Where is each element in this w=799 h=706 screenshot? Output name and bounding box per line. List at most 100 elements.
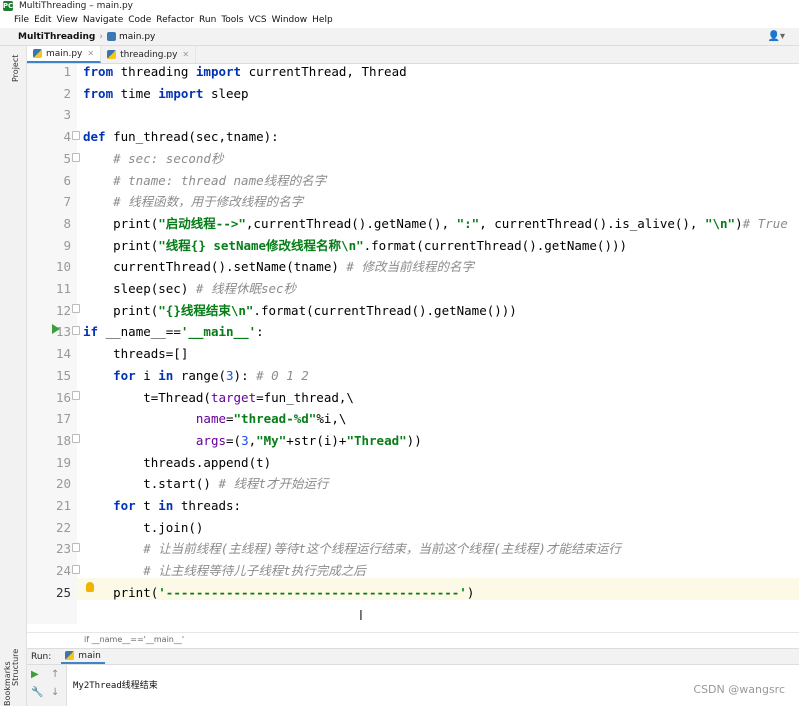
code-line[interactable]: currentThread().setName(tname) # 修改当前线程的… xyxy=(83,259,474,280)
code-token: # tname: thread name线程的名字 xyxy=(113,172,327,188)
code-token: '__main__' xyxy=(180,324,257,340)
line-number-gutter[interactable]: 1 2 3 4 5 6 7 8 9 10 11 12 13 14 15 16 17 18 19 20 21 22 23 24 2… xyxy=(27,64,77,624)
code-token: threads=[] xyxy=(83,346,189,362)
code-token: for xyxy=(113,367,136,383)
tab-label: main.py xyxy=(46,48,83,59)
line-number: 21 xyxy=(55,498,71,513)
menu-refactor[interactable]: Refactor xyxy=(156,15,194,25)
code-line[interactable]: print("启动线程-->",currentThread().getName(… xyxy=(83,216,788,237)
code-token: '---------------------------------------… xyxy=(158,584,467,600)
code-breadcrumb[interactable]: if __name__=='__main__' xyxy=(27,632,799,646)
code-line[interactable]: args=(3,"My"+str(i)+"Thread")) xyxy=(83,433,422,454)
code-token: # 0 1 2 xyxy=(256,367,309,383)
code-token: sleep(sec) xyxy=(83,281,196,296)
code-line[interactable]: from time import sleep xyxy=(83,86,249,107)
code-line[interactable]: name="thread-%d"%i,\ xyxy=(83,411,347,432)
tab-main-py[interactable]: main.py ✕ xyxy=(27,46,102,63)
code-token: threads: xyxy=(173,498,242,513)
line-number: 1 xyxy=(63,64,71,79)
code-line[interactable]: # 让当前线程(主线程)等待t这个线程运行结束，当前这个线程(主线程)才能结束运… xyxy=(83,541,621,562)
menu-tools[interactable]: Tools xyxy=(221,15,243,25)
menu-view[interactable]: View xyxy=(57,15,78,25)
code-token: print( xyxy=(83,215,159,231)
code-line[interactable]: # 让主线程等待儿子线程t执行完成之后 xyxy=(83,563,366,584)
code-line[interactable]: print("线程{} setName修改线程名称\n".format(curr… xyxy=(83,238,627,259)
run-config-tab[interactable]: main xyxy=(61,649,105,664)
code-line[interactable]: print("{}线程结束\n".format(currentThread().… xyxy=(83,303,517,324)
run-panel-label: Run: xyxy=(31,651,52,662)
tab-threading-py[interactable]: threading.py ✕ xyxy=(101,46,197,63)
code-line[interactable]: # 线程函数，用于修改线程的名字 xyxy=(83,194,303,215)
user-account-icon[interactable]: 👤▾ xyxy=(768,31,785,42)
breadcrumb-project[interactable]: MultiThreading xyxy=(18,32,95,42)
line-number: 16 xyxy=(55,389,71,405)
rerun-icon[interactable]: ▶ xyxy=(31,669,39,680)
menu-run[interactable]: Run xyxy=(199,15,216,25)
left-tool-strip: Project Structure Bookmarks xyxy=(0,46,27,706)
scroll-up-icon[interactable]: ↑ xyxy=(51,669,59,680)
code-editor[interactable]: from threading import currentThread, Thr… xyxy=(77,64,799,624)
code-token: currentThread, Thread xyxy=(241,64,407,79)
code-line[interactable]: t.start() # 线程t才开始运行 xyxy=(83,476,328,497)
menu-vcs[interactable]: VCS xyxy=(248,15,266,25)
code-token: t=Thread( xyxy=(83,389,211,405)
code-token: "My" xyxy=(256,432,287,448)
code-token: import xyxy=(195,64,242,79)
code-line[interactable]: threads.append(t) xyxy=(83,455,271,476)
wrench-icon[interactable]: 🔧 xyxy=(31,687,43,698)
code-line[interactable]: for i in range(3): # 0 1 2 xyxy=(83,368,309,389)
close-icon[interactable]: ✕ xyxy=(182,50,189,59)
code-line[interactable]: # sec: second秒 xyxy=(83,151,223,172)
line-number: 2 xyxy=(63,85,71,101)
code-token: "{}线程结束\n" xyxy=(158,302,254,318)
code-token: .format(currentThread().getName())) xyxy=(363,237,628,253)
menu-code[interactable]: Code xyxy=(128,15,151,25)
code-line[interactable]: if __name__=='__main__': xyxy=(83,324,264,345)
line-number: 11 xyxy=(55,281,71,296)
editor-tab-bar: main.py ✕ threading.py ✕ xyxy=(27,46,799,64)
bookmarks-tool-tab[interactable]: Bookmarks xyxy=(3,661,12,706)
code-line[interactable]: print('---------------------------------… xyxy=(83,585,474,606)
code-token: , xyxy=(248,432,257,448)
menu-navigate[interactable]: Navigate xyxy=(83,15,123,25)
line-number: 14 xyxy=(55,346,71,362)
code-token: # 让主线程等待儿子线程t执行完成之后 xyxy=(143,563,366,579)
code-token: # sec: second秒 xyxy=(113,150,224,166)
breadcrumb-file[interactable]: main.py xyxy=(119,32,155,42)
code-line[interactable]: threads=[] xyxy=(83,346,188,367)
code-token: %i,\ xyxy=(316,411,347,427)
run-gutter-icon[interactable] xyxy=(52,324,60,334)
menu-file[interactable]: File xyxy=(14,15,29,25)
code-token: # True xyxy=(742,215,788,231)
code-token: in xyxy=(158,367,174,383)
line-number: 8 xyxy=(63,215,71,231)
code-line[interactable]: sleep(sec) # 线程休眠sec秒 xyxy=(83,281,296,302)
close-icon[interactable]: ✕ xyxy=(87,49,94,58)
code-line[interactable]: def fun_thread(sec,tname): xyxy=(83,129,279,150)
line-number: 23 xyxy=(55,541,71,557)
menu-window[interactable]: Window xyxy=(272,15,308,25)
menu-help[interactable]: Help xyxy=(312,15,333,25)
code-token: i xyxy=(135,367,159,383)
code-line[interactable]: t=Thread(target=fun_thread,\ xyxy=(83,390,354,411)
run-tab-label: main xyxy=(78,650,101,661)
code-token: = xyxy=(226,411,234,427)
code-line[interactable]: from threading import currentThread, Thr… xyxy=(83,64,407,85)
structure-tool-tab[interactable]: Structure xyxy=(11,649,20,686)
scroll-down-icon[interactable]: ↓ xyxy=(51,687,59,698)
run-console[interactable]: My2Thread线程结束 xyxy=(67,665,799,706)
code-token: sleep xyxy=(203,85,249,101)
project-tool-tab[interactable]: Project xyxy=(11,55,20,82)
line-number: 4 xyxy=(63,129,71,145)
window-title: MultiThreading – main.py xyxy=(19,1,133,11)
code-token: fun_thread(sec,tname): xyxy=(105,129,279,145)
code-line[interactable]: # tname: thread name线程的名字 xyxy=(83,173,326,194)
navigation-bar: MultiThreading › main.py 👤▾ xyxy=(0,28,799,46)
menu-edit[interactable]: Edit xyxy=(34,15,51,25)
code-line[interactable]: t.join() xyxy=(83,520,203,541)
code-line[interactable]: for t in threads: xyxy=(83,498,241,519)
run-panel-header: Run: main xyxy=(27,648,799,665)
